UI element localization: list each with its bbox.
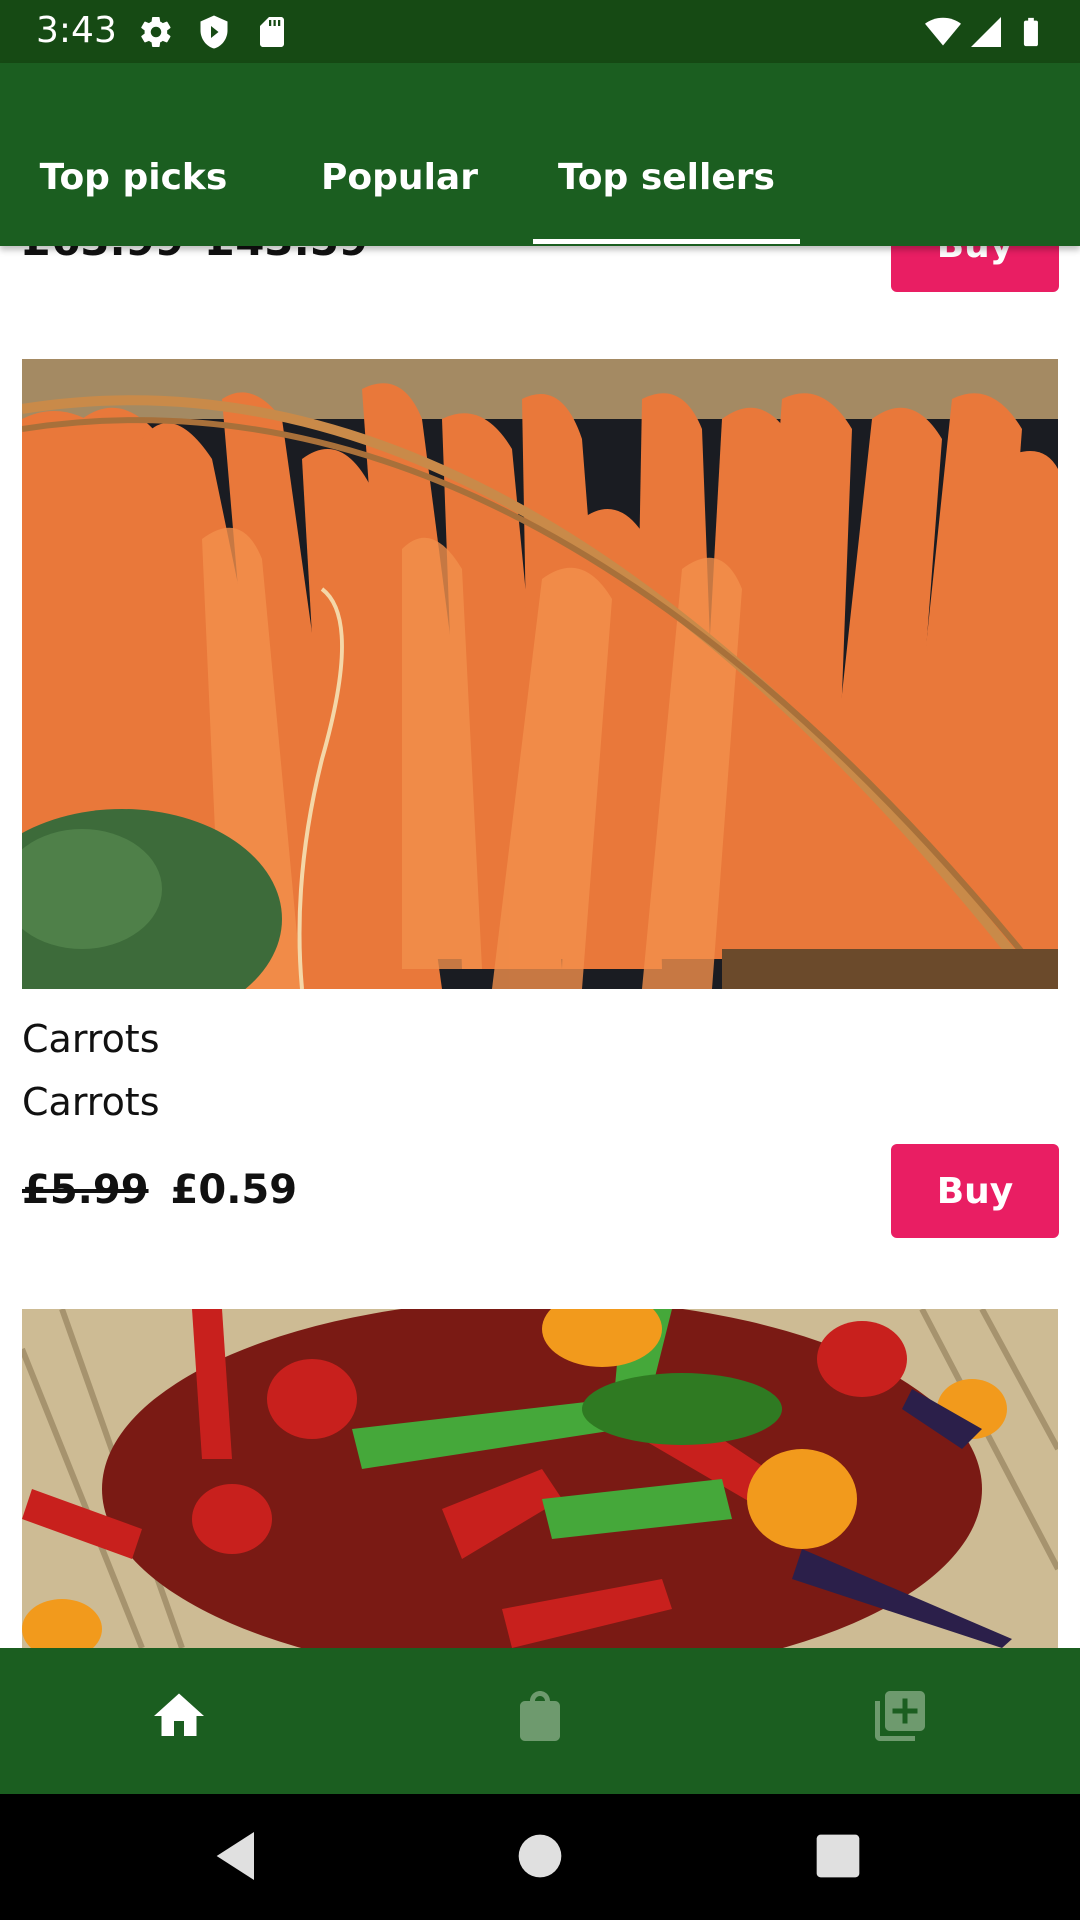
price-row: £5.99 £0.59 [22, 1165, 297, 1215]
recents-icon[interactable] [806, 1824, 870, 1888]
shopping-bag-icon[interactable] [510, 1686, 570, 1746]
old-price: £5.99 [22, 1167, 149, 1213]
buy-button[interactable]: Buy [891, 1144, 1059, 1238]
back-icon[interactable] [206, 1824, 270, 1888]
tab-top-sellers[interactable]: Top sellers [533, 153, 800, 246]
product-list[interactable]: £63.99 £43.59 Buy [0, 246, 1080, 1648]
chili-peppers-image[interactable] [22, 1309, 1058, 1648]
tab-label: Top sellers [558, 157, 775, 198]
wifi-icon [922, 14, 964, 50]
old-price: £63.99 [22, 246, 184, 265]
tab-top-picks[interactable]: Top picks [0, 153, 267, 246]
sale-price: £43.59 [206, 246, 368, 265]
previous-item-price-row: £63.99 £43.59 [22, 246, 368, 265]
tab-label: Popular [321, 157, 478, 198]
home-icon[interactable] [149, 1686, 209, 1746]
status-time: 3:43 [36, 10, 117, 51]
sd-card-icon [254, 14, 290, 50]
gear-icon [138, 14, 174, 50]
signal-icon [968, 14, 1004, 50]
bottom-navigation [0, 1648, 1080, 1794]
app-bar: Top picks Popular Top sellers [0, 63, 1080, 246]
system-navigation-bar [0, 1794, 1080, 1920]
product-title: Carrots [22, 1017, 160, 1061]
tab-selected-indicator [533, 239, 800, 244]
buy-button[interactable]: Buy [891, 246, 1059, 292]
carrots-image[interactable] [22, 359, 1058, 989]
tab-popular[interactable]: Popular [266, 153, 533, 246]
home-circle-icon[interactable] [508, 1824, 572, 1888]
tab-label: Top picks [39, 157, 228, 198]
sale-price: £0.59 [170, 1167, 298, 1213]
add-to-library-icon[interactable] [870, 1686, 930, 1746]
battery-icon [1014, 14, 1048, 50]
product-subtitle: Carrots [22, 1080, 160, 1124]
status-bar: 3:43 [0, 0, 1080, 63]
shield-icon [196, 14, 232, 50]
